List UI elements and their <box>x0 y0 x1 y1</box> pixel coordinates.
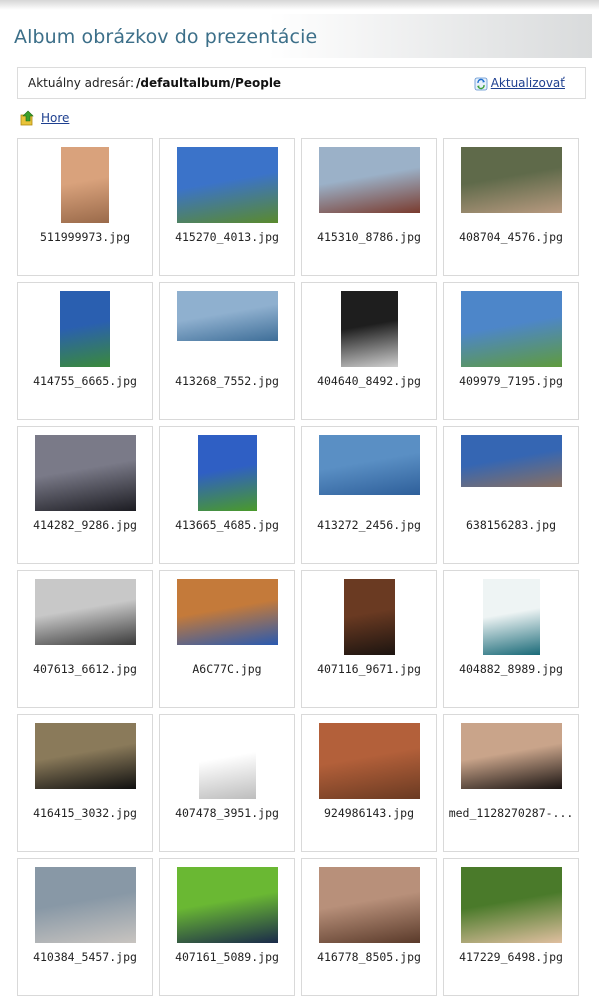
image-filename: med_1128270287-... <box>448 806 574 820</box>
image-filename: 511999973.jpg <box>39 230 130 244</box>
image-tile[interactable]: 409979_7195.jpg <box>443 282 579 420</box>
refresh-icon <box>474 76 488 91</box>
image-grid: 511999973.jpg 415270_4013.jpg 415310_8786.… <box>17 138 589 996</box>
image-filename: 410384_5457.jpg <box>33 950 137 964</box>
image-tile[interactable]: med_1128270287-... <box>443 714 579 852</box>
image-thumbnail <box>319 723 420 799</box>
image-filename: 415270_4013.jpg <box>175 230 279 244</box>
image-filename: A6C77C.jpg <box>192 662 262 676</box>
page-title: Album obrázkov do prezentácie <box>14 26 318 48</box>
image-filename: 407161_5089.jpg <box>175 950 279 964</box>
image-tile[interactable]: 413268_7552.jpg <box>159 282 295 420</box>
image-filename: 407613_6612.jpg <box>33 662 137 676</box>
image-tile[interactable]: 417229_6498.jpg <box>443 858 579 996</box>
image-tile[interactable]: 415310_8786.jpg <box>301 138 437 276</box>
image-filename: 924986143.jpg <box>323 806 414 820</box>
image-thumbnail <box>461 291 562 367</box>
image-thumbnail <box>177 579 278 645</box>
image-tile[interactable]: A6C77C.jpg <box>159 570 295 708</box>
top-shadow <box>0 0 605 10</box>
folder-up-icon <box>20 110 36 126</box>
image-tile[interactable]: 407613_6612.jpg <box>17 570 153 708</box>
image-thumbnail <box>198 435 257 511</box>
image-thumbnail <box>177 291 278 341</box>
image-thumbnail <box>461 867 562 943</box>
image-thumbnail <box>60 291 110 367</box>
image-tile[interactable]: 410384_5457.jpg <box>17 858 153 996</box>
image-filename: 413665_4685.jpg <box>175 518 279 532</box>
up-directory-link[interactable]: Hore <box>20 110 69 126</box>
image-tile[interactable]: 511999973.jpg <box>17 138 153 276</box>
image-filename: 638156283.jpg <box>465 518 556 532</box>
image-filename: 407116_9671.jpg <box>317 662 421 676</box>
image-filename: 417229_6498.jpg <box>459 950 563 964</box>
image-tile[interactable]: 413272_2456.jpg <box>301 426 437 564</box>
image-tile[interactable]: 404640_8492.jpg <box>301 282 437 420</box>
header-bar: Album obrázkov do prezentácie <box>4 14 592 58</box>
image-filename: 413272_2456.jpg <box>317 518 421 532</box>
refresh-label: Aktualizovať <box>490 76 565 90</box>
image-thumbnail <box>319 435 420 495</box>
image-thumbnail <box>35 579 136 645</box>
up-directory-label: Hore <box>41 111 70 125</box>
image-tile[interactable]: 638156283.jpg <box>443 426 579 564</box>
image-filename: 407478_3951.jpg <box>175 806 279 820</box>
image-thumbnail <box>461 147 562 213</box>
image-tile[interactable]: 924986143.jpg <box>301 714 437 852</box>
image-filename: 416778_8505.jpg <box>317 950 421 964</box>
current-directory-label: Aktuálny adresár: <box>28 76 135 90</box>
image-filename: 416415_3032.jpg <box>33 806 137 820</box>
image-tile[interactable]: 407116_9671.jpg <box>301 570 437 708</box>
image-tile[interactable]: 416415_3032.jpg <box>17 714 153 852</box>
image-filename: 404882_8989.jpg <box>459 662 563 676</box>
image-tile[interactable]: 414755_6665.jpg <box>17 282 153 420</box>
image-thumbnail <box>461 723 562 789</box>
image-thumbnail <box>35 723 136 789</box>
image-tile[interactable]: 408704_4576.jpg <box>443 138 579 276</box>
image-thumbnail <box>461 435 562 487</box>
image-filename: 414755_6665.jpg <box>33 374 137 388</box>
image-filename: 415310_8786.jpg <box>317 230 421 244</box>
image-thumbnail <box>35 435 136 511</box>
image-thumbnail <box>344 579 395 655</box>
image-filename: 404640_8492.jpg <box>317 374 421 388</box>
image-tile[interactable]: 407161_5089.jpg <box>159 858 295 996</box>
image-thumbnail <box>319 867 420 943</box>
image-thumbnail <box>35 867 136 943</box>
current-directory-bar: Aktuálny adresár: /defaultalbum/People A… <box>17 67 586 99</box>
image-thumbnail <box>177 867 278 943</box>
refresh-link[interactable]: Aktualizovať <box>474 76 565 91</box>
current-directory-path: /defaultalbum/People <box>136 76 282 90</box>
scrollbar[interactable] <box>599 0 605 996</box>
image-tile[interactable]: 407478_3951.jpg <box>159 714 295 852</box>
image-filename: 408704_4576.jpg <box>459 230 563 244</box>
image-thumbnail <box>199 723 256 799</box>
image-filename: 414282_9286.jpg <box>33 518 137 532</box>
image-filename: 413268_7552.jpg <box>175 374 279 388</box>
image-tile[interactable]: 416778_8505.jpg <box>301 858 437 996</box>
image-tile[interactable]: 413665_4685.jpg <box>159 426 295 564</box>
image-thumbnail <box>483 579 540 655</box>
image-thumbnail <box>61 147 109 223</box>
image-thumbnail <box>319 147 420 213</box>
image-tile[interactable]: 404882_8989.jpg <box>443 570 579 708</box>
image-tile[interactable]: 414282_9286.jpg <box>17 426 153 564</box>
image-filename: 409979_7195.jpg <box>459 374 563 388</box>
image-thumbnail <box>177 147 278 223</box>
image-tile[interactable]: 415270_4013.jpg <box>159 138 295 276</box>
image-thumbnail <box>341 291 398 367</box>
